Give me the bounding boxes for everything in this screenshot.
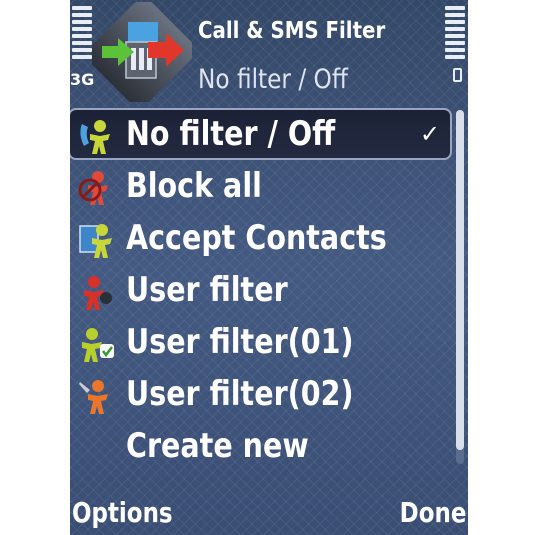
battery-icon <box>453 68 462 82</box>
list-item-user-filter-01[interactable]: User filter(01) <box>70 316 452 368</box>
battery-level-icon <box>445 6 465 62</box>
item-label: User filter(02) <box>126 374 354 414</box>
list-item-user-filter-02[interactable]: User filter(02) <box>70 368 452 420</box>
item-label: User filter(01) <box>126 322 354 362</box>
person-phone-icon <box>80 120 110 154</box>
list-item-create-new[interactable]: Create new <box>70 420 452 472</box>
network-type: 3G <box>70 70 95 89</box>
signal-strength-icon <box>72 6 92 62</box>
current-filter-status: No filter / Off <box>198 64 348 95</box>
contacts-icon <box>79 224 112 258</box>
phone-screen: 3G Call & SMS Filter No filter / Off No … <box>70 0 468 535</box>
item-label: No filter / Off <box>126 114 336 154</box>
filter-list: No filter / Off ✓ Block all Accept Conta… <box>70 108 452 472</box>
item-label: User filter <box>126 270 288 310</box>
user-filter-tool-icon <box>79 380 108 414</box>
block-all-icon <box>78 171 108 205</box>
user-filter-check-icon <box>82 328 114 362</box>
list-item-user-filter[interactable]: User filter <box>70 264 452 316</box>
item-label: Block all <box>126 166 262 206</box>
list-item-block-all[interactable]: Block all <box>70 160 452 212</box>
done-softkey[interactable]: Done <box>399 496 466 529</box>
app-title: Call & SMS Filter <box>198 18 386 44</box>
item-label: Accept Contacts <box>126 218 387 258</box>
checkmark-icon: ✓ <box>419 120 440 148</box>
list-item-no-filter[interactable]: No filter / Off ✓ <box>70 108 452 160</box>
scrollbar-thumb[interactable] <box>456 110 464 450</box>
scrollbar[interactable] <box>456 110 464 464</box>
list-item-accept-contacts[interactable]: Accept Contacts <box>70 212 452 264</box>
item-label: Create new <box>126 426 309 466</box>
user-filter-icon <box>84 276 112 310</box>
app-icon <box>92 2 192 102</box>
options-softkey[interactable]: Options <box>72 496 173 529</box>
